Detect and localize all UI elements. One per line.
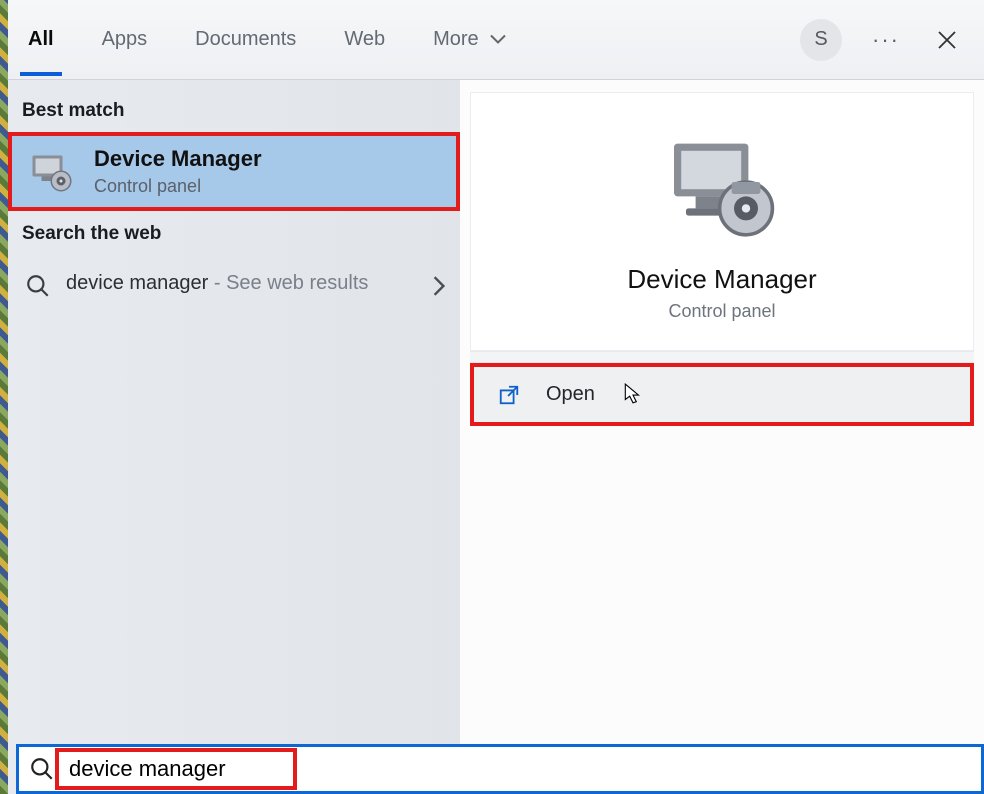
- tab-web[interactable]: Web: [336, 4, 393, 75]
- open-action-highlight: Open: [470, 363, 974, 426]
- tab-documents[interactable]: Documents: [187, 4, 304, 75]
- device-manager-icon: [28, 148, 76, 196]
- result-text: Device Manager Control panel: [94, 146, 262, 197]
- web-suffix-text: - See web results: [208, 272, 368, 294]
- result-title: Device Manager: [94, 146, 262, 172]
- search-icon: [24, 273, 52, 299]
- search-text-highlight: [55, 748, 297, 790]
- search-web-label: Search the web: [8, 217, 460, 255]
- chevron-right-icon: [432, 275, 446, 297]
- tab-all[interactable]: All: [20, 4, 62, 75]
- open-icon: [498, 384, 520, 406]
- web-query-text: device manager: [66, 272, 208, 294]
- best-match-label: Best match: [8, 94, 460, 132]
- search-window: All Apps Documents Web More S ··· Best m…: [8, 0, 984, 794]
- avatar[interactable]: S: [800, 19, 842, 61]
- chevron-down-icon: [490, 34, 506, 45]
- body: Best match Device Manager Control panel …: [8, 80, 984, 794]
- results-pane: Best match Device Manager Control panel …: [8, 80, 460, 794]
- web-result-text: device manager - See web results: [66, 269, 418, 298]
- cursor-icon: [624, 383, 642, 405]
- open-action[interactable]: Open: [474, 367, 970, 422]
- header: All Apps Documents Web More S ···: [8, 0, 984, 80]
- search-icon: [29, 756, 55, 782]
- preview-card: Device Manager Control panel: [470, 92, 974, 351]
- tab-more[interactable]: More: [425, 4, 514, 75]
- divider: [470, 351, 974, 363]
- result-subtitle: Control panel: [94, 176, 262, 197]
- preview-pane: Device Manager Control panel Open: [460, 80, 984, 794]
- tab-apps[interactable]: Apps: [94, 4, 156, 75]
- preview-subtitle: Control panel: [491, 301, 953, 322]
- tab-more-label: More: [433, 28, 479, 50]
- web-result-item[interactable]: device manager - See web results: [8, 255, 460, 313]
- result-device-manager[interactable]: Device Manager Control panel: [8, 132, 460, 211]
- close-icon: [936, 29, 958, 51]
- close-button[interactable]: [930, 23, 964, 57]
- header-right: S ···: [800, 19, 964, 61]
- desktop-edge: [0, 0, 8, 794]
- open-label: Open: [546, 383, 595, 406]
- search-input[interactable]: [61, 752, 291, 786]
- filter-tabs: All Apps Documents Web More: [20, 0, 514, 79]
- device-manager-icon: [662, 133, 782, 243]
- preview-title: Device Manager: [491, 264, 953, 295]
- more-options-button[interactable]: ···: [872, 27, 900, 53]
- search-bar[interactable]: [16, 744, 984, 794]
